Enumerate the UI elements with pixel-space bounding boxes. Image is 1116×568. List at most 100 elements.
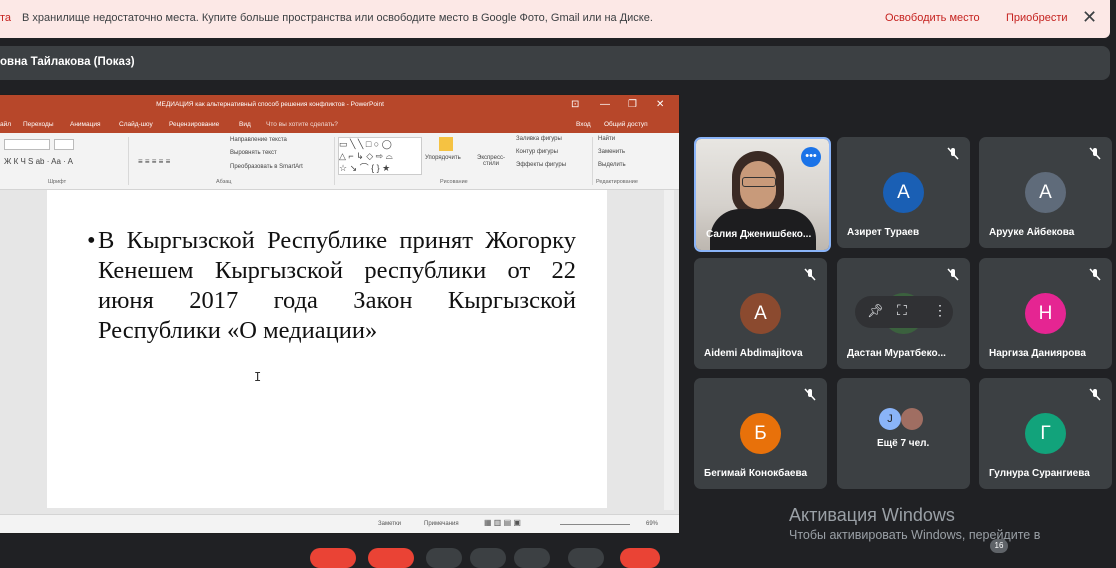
notes-button[interactable]: Заметки: [378, 521, 401, 527]
comments-button[interactable]: Примечания: [424, 521, 459, 527]
sign-in-link[interactable]: Вход: [576, 121, 591, 128]
participant-name: Дастан Муратбеко...: [847, 348, 946, 359]
participant-name: Aidemi Abdimajitova: [704, 348, 803, 359]
share-button[interactable]: Общий доступ: [604, 121, 648, 128]
raise-hand-button[interactable]: [470, 548, 506, 568]
ribbon-display-icon[interactable]: ⊡: [571, 99, 579, 110]
slide-bullet[interactable]: • В Кыргызской Республике принят Жогорку…: [87, 226, 576, 346]
participant-mini-avatar: J: [879, 408, 901, 430]
minimize-icon[interactable]: —: [600, 99, 610, 110]
shared-screen-powerpoint: МЕДИАЦИЯ как альтернативный способ решен…: [0, 94, 680, 534]
menu-slideshow[interactable]: Слайд-шоу: [119, 121, 153, 128]
participant-tile[interactable]: Г Гулнура Сурангиева: [979, 378, 1112, 489]
participant-tile-speaker[interactable]: ••• Салия Дженишбеко...: [694, 137, 831, 252]
ribbon-separator: [334, 137, 335, 185]
tile-hover-controls: 📌︎ ⛶ ⋮: [855, 296, 953, 328]
group-font-label: Шрифт: [48, 179, 67, 185]
glasses-icon: [742, 177, 776, 187]
mic-off-icon: [1086, 266, 1104, 284]
ppt-statusbar: Заметки Примечания ▦ ▥ ▤ ▣ 69%: [0, 514, 679, 533]
ppt-ribbon: Ж К Ч S ab · Aa · A Шрифт ≡ ≡ ≡ ≡ ≡ Напр…: [0, 133, 679, 190]
more-vert-icon[interactable]: ⋮: [933, 302, 947, 319]
font-format-icons[interactable]: Ж К Ч S ab · Aa · A: [4, 157, 73, 166]
smartart-cmd[interactable]: Преобразовать в SmartArt: [230, 164, 303, 170]
ppt-window-title: МЕДИАЦИЯ как альтернативный способ решен…: [156, 101, 384, 108]
group-editing-label: Редактирование: [596, 179, 638, 185]
storage-warning-message: В хранилище недостаточно места. Купите б…: [22, 12, 653, 24]
windows-activation-title: Активация Windows: [789, 505, 955, 525]
bullet-dot: •: [87, 227, 96, 254]
free-space-button[interactable]: Освободить место: [885, 12, 980, 24]
participant-tile[interactable]: Б Бегимай Конокбаева: [694, 378, 827, 489]
group-drawing-label: Рисование: [440, 179, 468, 185]
participant-name: Салия Дженишбеко...: [706, 229, 812, 240]
pin-icon[interactable]: 📌︎: [867, 303, 884, 319]
slide-editor-area: • В Кыргызской Республике принят Жогорку…: [0, 190, 679, 514]
mic-toggle-button[interactable]: [310, 548, 356, 568]
arrange-icon[interactable]: [439, 137, 453, 151]
zoom-level[interactable]: 69%: [646, 521, 658, 527]
present-button[interactable]: [514, 548, 550, 568]
text-cursor-icon: I: [254, 370, 262, 384]
arrange-cmd[interactable]: Упорядочить: [425, 155, 461, 161]
close-window-icon[interactable]: ✕: [656, 99, 664, 110]
slide-canvas[interactable]: • В Кыргызской Республике принят Жогорку…: [47, 190, 607, 508]
participant-avatar: А: [1025, 172, 1066, 213]
mic-off-icon: [944, 145, 962, 163]
font-size-box[interactable]: [54, 139, 74, 150]
more-participants-tile[interactable]: J Ещё 7 чел.: [837, 378, 970, 489]
frame-icon[interactable]: ⛶: [897, 302, 907, 319]
ppt-menubar: айл Переходы Анимация Слайд-шоу Рецензир…: [0, 117, 679, 133]
maximize-icon[interactable]: ❐: [628, 99, 637, 110]
font-name-box[interactable]: [4, 139, 50, 150]
more-options-icon[interactable]: •••: [801, 147, 821, 167]
ribbon-separator: [592, 137, 593, 185]
shapes-gallery[interactable]: ▭ ╲ ╲ □ ○ ◯ △ ⌐ ↳ ◇ ⇨ ⌓ ☆ ↘ ⌒ { } ★: [338, 137, 422, 175]
quick-styles-cmd[interactable]: Экспресс-стили: [474, 155, 508, 167]
captions-button[interactable]: [426, 548, 462, 568]
participant-tile[interactable]: А Арууке Айбекова: [979, 137, 1112, 248]
participant-name: Бегимай Конокбаева: [704, 468, 808, 479]
mic-off-icon: [801, 266, 819, 284]
leave-call-button[interactable]: [620, 548, 660, 568]
participant-tile-hovered[interactable]: Д 📌︎ ⛶ ⋮ Дастан Муратбеко...: [837, 258, 970, 369]
presenter-label: овна Тайлакова (Показ): [0, 56, 135, 68]
shape-outline-cmd[interactable]: Контур фигуры: [516, 149, 558, 155]
more-options-button[interactable]: [568, 548, 604, 568]
mic-off-icon: [1086, 145, 1104, 163]
zoom-slider[interactable]: [560, 524, 630, 525]
replace-cmd[interactable]: Заменить: [598, 149, 625, 155]
buy-storage-button[interactable]: Приобрести: [1006, 12, 1068, 24]
shape-fill-cmd[interactable]: Заливка фигуры: [516, 136, 562, 142]
participant-name: Гулнура Сурангиева: [989, 468, 1090, 479]
menu-file[interactable]: айл: [0, 121, 11, 128]
find-cmd[interactable]: Найти: [598, 136, 615, 142]
storage-warning-banner: та В хранилище недостаточно места. Купит…: [0, 0, 1110, 38]
participant-tile[interactable]: А Азирет Тураев: [837, 137, 970, 248]
close-icon[interactable]: ✕: [1082, 7, 1097, 28]
participant-avatar: Б: [740, 413, 781, 454]
align-text-cmd[interactable]: Выровнять текст: [230, 150, 277, 156]
presenter-bar: овна Тайлакова (Показ): [0, 46, 1110, 80]
tell-me-search[interactable]: Что вы хотите сделать?: [266, 121, 338, 128]
slide-bullet-text: В Кыргызской Республике принят Жогорку К…: [98, 227, 576, 344]
banner-cut-text: та: [0, 12, 12, 24]
ribbon-separator: [128, 137, 129, 185]
paragraph-align-icons[interactable]: ≡ ≡ ≡ ≡ ≡: [138, 157, 170, 166]
camera-toggle-button[interactable]: [368, 548, 414, 568]
vertical-scrollbar[interactable]: [664, 190, 674, 510]
participant-name: Азирет Тураев: [847, 227, 920, 238]
menu-animation[interactable]: Анимация: [70, 121, 101, 128]
menu-transitions[interactable]: Переходы: [23, 121, 54, 128]
participant-avatar: Г: [1025, 413, 1066, 454]
participant-tile[interactable]: А Aidemi Abdimajitova: [694, 258, 827, 369]
participant-tile[interactable]: Н Наргиза Даниярова: [979, 258, 1112, 369]
menu-view[interactable]: Вид: [239, 121, 251, 128]
participants-count-badge: 16: [990, 539, 1008, 553]
view-mode-icons[interactable]: ▦ ▥ ▤ ▣: [484, 518, 521, 527]
participant-avatar: А: [883, 172, 924, 213]
select-cmd[interactable]: Выделить: [598, 162, 626, 168]
menu-review[interactable]: Рецензирование: [169, 121, 219, 128]
text-direction-cmd[interactable]: Направление текста: [230, 137, 287, 143]
shape-effects-cmd[interactable]: Эффекты фигуры: [516, 162, 566, 168]
